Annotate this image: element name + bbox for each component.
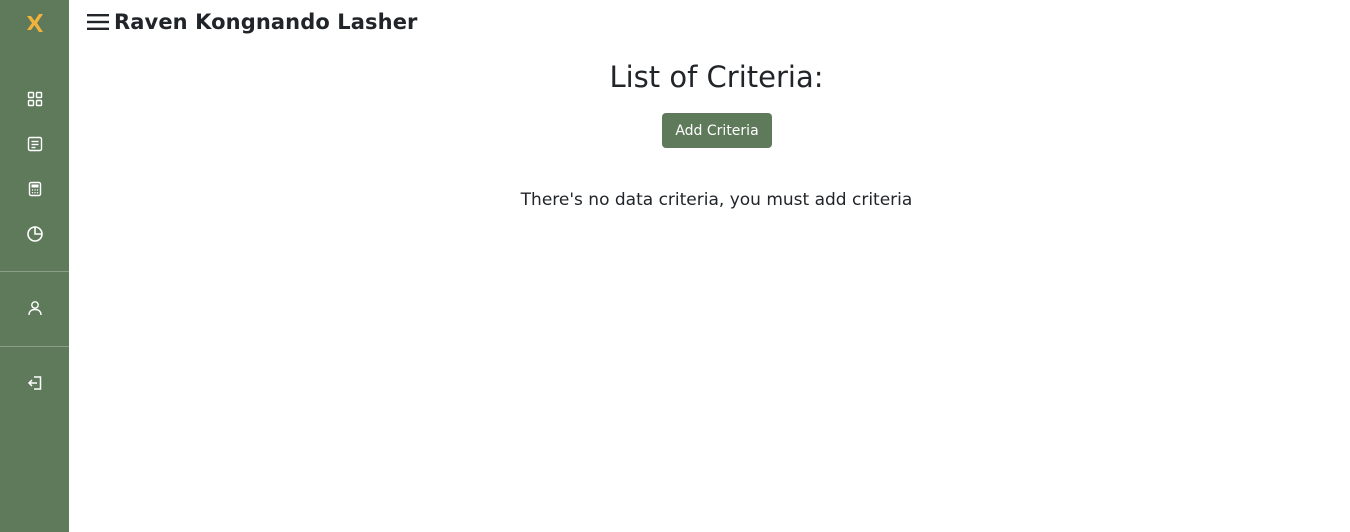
page-title: List of Criteria: (609, 60, 824, 94)
calculator-icon (27, 181, 43, 197)
user-icon (27, 300, 43, 316)
pie-chart-icon (26, 225, 44, 243)
sidebar (0, 0, 69, 532)
sidebar-item-reports[interactable] (0, 218, 69, 250)
empty-state-message: There's no data criteria, you must add c… (520, 190, 913, 210)
sidebar-divider (0, 271, 69, 272)
logout-icon (27, 375, 43, 391)
sidebar-divider (0, 346, 69, 347)
app-root: Raven Kongnando Lasher List of Criteria:… (0, 0, 1350, 532)
sidebar-item-documents[interactable] (0, 128, 69, 160)
x-logo-icon[interactable] (0, 6, 69, 40)
add-criteria-button[interactable]: Add Criteria (662, 113, 772, 148)
sidebar-item-profile[interactable] (0, 292, 69, 324)
sidebar-item-logout[interactable] (0, 367, 69, 399)
dashboard-icon (27, 91, 43, 107)
main-content: List of Criteria: Add Criteria There's n… (69, 0, 1350, 532)
sidebar-item-calculator[interactable] (0, 173, 69, 205)
sidebar-item-dashboard[interactable] (0, 83, 69, 115)
document-icon (27, 136, 43, 152)
